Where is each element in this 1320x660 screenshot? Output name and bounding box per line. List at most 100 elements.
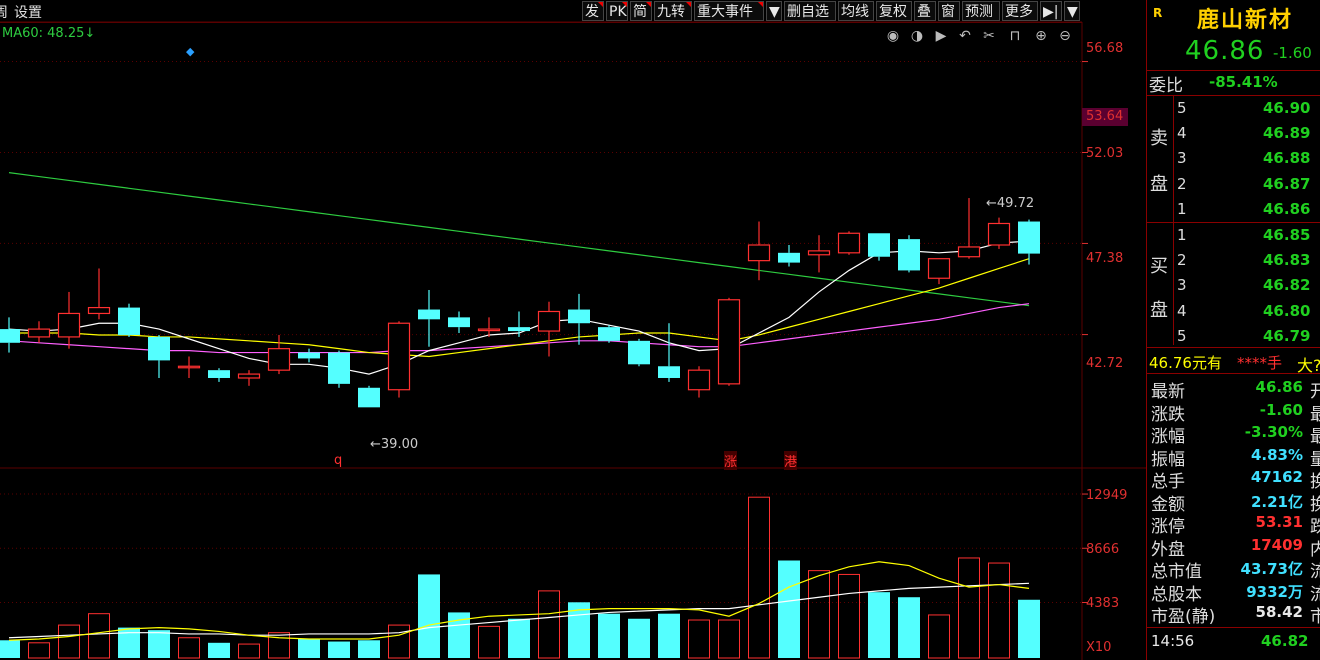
volume-bar <box>388 624 410 659</box>
candle-body <box>387 322 411 391</box>
volume-bar <box>1018 599 1040 658</box>
candle-body <box>418 309 440 320</box>
stat-label: 涨跌 <box>1151 404 1185 425</box>
buy-price[interactable]: 46.82 <box>1263 276 1310 294</box>
deal-price: 46.76元有 <box>1149 354 1222 372</box>
stat-label: 总市值 <box>1151 562 1202 582</box>
sell-price[interactable]: 46.89 <box>1263 124 1310 142</box>
stat-cut-label: 流 <box>1310 584 1320 605</box>
candle-body <box>987 222 1011 246</box>
stat-cut-label: 流 <box>1310 562 1320 582</box>
candle-body <box>237 373 261 379</box>
sell-price[interactable]: 46.86 <box>1263 200 1310 218</box>
candle-body <box>477 328 501 332</box>
buy-label: 买 <box>1150 256 1168 277</box>
stat-cut-label: 量 <box>1310 449 1320 470</box>
event-marker-q[interactable]: q <box>334 453 342 468</box>
sell-level: 5 <box>1177 99 1187 117</box>
volume-bar <box>868 592 890 658</box>
stock-name: 鹿山新材 <box>1197 8 1294 33</box>
volume-bar <box>208 642 230 658</box>
volume-bar <box>778 560 800 658</box>
candle-body <box>837 232 861 254</box>
low-marker: ←39.00 <box>370 437 419 452</box>
stat-label: 振幅 <box>1151 449 1185 470</box>
candle-body <box>747 244 771 262</box>
buy-price[interactable]: 46.80 <box>1263 302 1310 320</box>
price-axis-label: 52.03 <box>1086 146 1124 161</box>
volume-bar <box>748 496 770 659</box>
candle-body <box>148 336 170 361</box>
candle-body <box>87 306 111 315</box>
stat-value: 9332万 <box>1246 582 1303 601</box>
volume-axis-label: 8666 <box>1086 542 1120 557</box>
buy-price[interactable]: 46.79 <box>1263 327 1310 345</box>
stat-label: 涨幅 <box>1151 427 1185 447</box>
sell-price[interactable]: 46.87 <box>1263 175 1310 193</box>
weibi-label: 委比 <box>1149 76 1183 96</box>
stat-label: 最新 <box>1151 382 1185 402</box>
volume-bar <box>658 613 680 658</box>
candle-body <box>868 233 890 257</box>
price-axis-label: 47.38 <box>1086 251 1124 266</box>
sell-level: 4 <box>1177 124 1187 143</box>
candle-body <box>628 340 650 365</box>
buy-level: 4 <box>1177 301 1187 320</box>
sell-level: 1 <box>1177 199 1187 218</box>
volume-bar <box>718 619 740 659</box>
stat-label: 外盘 <box>1151 539 1185 560</box>
volume-axis-label: 12949 <box>1086 488 1128 503</box>
buy-level: 5 <box>1177 326 1187 345</box>
volume-bar <box>988 562 1010 659</box>
candle-body <box>807 250 831 256</box>
stat-value: -3.30% <box>1244 423 1303 441</box>
stat-value: 2.21亿 <box>1250 492 1303 511</box>
stat-cut-label: 市 <box>1310 607 1320 627</box>
candle-body <box>358 387 380 408</box>
event-marker-gang[interactable]: 港 <box>784 451 798 470</box>
stat-label: 总股本 <box>1151 584 1202 605</box>
event-marker-zhang[interactable]: 涨 <box>724 451 738 470</box>
candle-body <box>27 328 51 338</box>
volume-bar <box>0 640 20 658</box>
stat-cut-label: 内 <box>1310 539 1320 560</box>
volume-bar <box>148 630 170 658</box>
stock-change: -1.60 <box>1273 44 1312 62</box>
volume-bar <box>358 640 380 658</box>
buy-level: 2 <box>1177 251 1187 270</box>
volume-bar <box>418 574 440 658</box>
stat-label: 市盈(静) <box>1151 607 1216 627</box>
tick-time: 14:56 <box>1151 632 1195 650</box>
volume-bar <box>298 639 320 658</box>
candle-body <box>267 348 291 371</box>
candle-body <box>568 309 590 324</box>
buy-level: 1 <box>1177 226 1187 244</box>
candle-body <box>298 352 320 359</box>
buy-label: 盘 <box>1150 300 1168 321</box>
sell-price[interactable]: 46.90 <box>1263 99 1310 117</box>
price-axis-label: 42.72 <box>1086 356 1124 371</box>
stat-value: 4.83% <box>1250 445 1303 464</box>
divider <box>1173 95 1174 345</box>
stat-cut-label: 跌 <box>1310 517 1320 537</box>
kline-chart[interactable] <box>0 0 1146 660</box>
sell-price[interactable]: 46.88 <box>1263 149 1310 167</box>
volume-bar <box>178 637 200 659</box>
sell-level: 3 <box>1177 149 1187 168</box>
candle-body <box>957 246 981 258</box>
buy-price[interactable]: 46.83 <box>1263 251 1310 269</box>
volume-bar <box>238 643 260 659</box>
candle-body <box>448 317 470 328</box>
divider <box>1147 627 1320 628</box>
volume-bar <box>598 613 620 658</box>
candle-body <box>328 352 350 384</box>
buy-price[interactable]: 46.85 <box>1263 226 1310 244</box>
volume-bar <box>628 618 650 658</box>
sell-label: 盘 <box>1150 174 1168 195</box>
diamond-marker-icon[interactable]: ◆ <box>186 45 194 58</box>
stat-value: 53.31 <box>1255 513 1303 531</box>
stock-price: 46.86 <box>1185 36 1265 66</box>
candle-body <box>598 327 620 341</box>
stat-value: -1.60 <box>1259 400 1303 419</box>
volume-bar <box>838 573 860 659</box>
